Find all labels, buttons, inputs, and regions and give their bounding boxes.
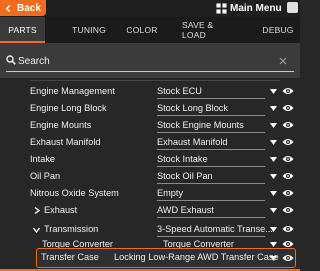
part-row-oil-pan: Oil Pan Stock Oil Pan <box>0 168 300 185</box>
part-value-select[interactable]: Exhaust Manifold <box>157 137 227 147</box>
select-underline <box>157 149 265 150</box>
part-value-select[interactable]: Stock Intake <box>157 154 208 164</box>
list-divider <box>30 80 280 81</box>
search-icon <box>6 55 16 65</box>
main-menu-button[interactable]: Main Menu <box>216 1 282 15</box>
chevron-down-icon[interactable] <box>270 140 277 145</box>
back-button-label: Back <box>17 2 41 14</box>
select-underline <box>157 200 265 201</box>
part-value-select[interactable]: Locking Low-Range AWD Transfer Case <box>114 252 279 262</box>
eye-icon[interactable] <box>282 154 294 164</box>
part-label: Intake <box>30 154 56 164</box>
eye-icon[interactable] <box>282 86 294 96</box>
eye-icon[interactable] <box>282 171 294 181</box>
grid-icon <box>216 2 227 14</box>
part-row-transfer-case-selected[interactable]: Transfer Case Locking Low-Range AWD Tran… <box>36 248 296 268</box>
chevron-down-icon[interactable] <box>270 174 277 179</box>
part-label: Engine Mounts <box>30 120 92 130</box>
part-row-engine-long-block: Engine Long Block Stock Long Block <box>0 100 300 117</box>
part-row-exhaust: Exhaust AWD Exhaust <box>0 202 300 219</box>
main-menu-label: Main Menu <box>230 2 282 14</box>
chevron-down-icon[interactable] <box>270 123 277 128</box>
search-input[interactable] <box>18 53 268 69</box>
eye-icon[interactable] <box>282 205 294 215</box>
part-value-select[interactable]: Stock Long Block <box>157 103 228 113</box>
chevron-down-icon[interactable] <box>270 106 277 111</box>
part-row-exhaust-manifold: Exhaust Manifold Exhaust Manifold <box>0 134 300 151</box>
select-underline <box>157 217 265 218</box>
part-label: Transmission <box>44 224 99 234</box>
part-row-intake: Intake Stock Intake <box>0 151 300 168</box>
select-underline <box>157 115 265 116</box>
eye-icon[interactable] <box>282 137 294 147</box>
part-value-select[interactable]: 3-Speed Automatic Transe... <box>157 224 273 234</box>
window-icon[interactable] <box>287 2 298 13</box>
part-label: Exhaust <box>44 205 78 215</box>
select-underline <box>157 132 265 133</box>
parts-list: Engine Management Stock ECU Engine Long … <box>0 78 300 271</box>
tab-parts[interactable]: PARTS <box>0 17 45 43</box>
eye-icon[interactable] <box>282 224 294 234</box>
part-row-engine-mounts: Engine Mounts Stock Engine Mounts <box>0 117 300 134</box>
top-bar: Back Main Menu <box>0 0 300 17</box>
part-label: Nitrous Oxide System <box>30 188 119 198</box>
chevron-down-icon[interactable] <box>33 227 40 233</box>
eye-icon[interactable] <box>282 120 294 130</box>
search-bar <box>0 43 300 78</box>
tab-bar: PARTS TUNING COLOR SAVE & LOAD DEBUG <box>0 17 300 43</box>
chevron-down-icon[interactable] <box>270 256 277 261</box>
chevron-right-icon[interactable] <box>34 207 40 214</box>
select-underline <box>157 166 265 167</box>
part-row-engine-management: Engine Management Stock ECU <box>0 83 300 100</box>
back-button[interactable]: Back <box>0 0 46 16</box>
part-value-select[interactable]: Stock ECU <box>157 86 202 96</box>
part-label: Engine Management <box>30 86 115 96</box>
part-label: Engine Long Block <box>30 103 107 113</box>
tab-save-load[interactable]: SAVE & LOAD <box>182 17 234 43</box>
select-underline <box>157 183 265 184</box>
back-arrow-icon <box>5 4 11 12</box>
part-value-select[interactable]: Stock Oil Pan <box>157 171 213 181</box>
eye-icon[interactable] <box>282 188 294 198</box>
chevron-down-icon[interactable] <box>270 157 277 162</box>
part-value-select[interactable]: AWD Exhaust <box>157 205 214 215</box>
eye-icon[interactable] <box>282 103 294 113</box>
search-underline <box>6 71 294 72</box>
part-value-select[interactable]: Stock Engine Mounts <box>157 120 244 130</box>
chevron-down-icon[interactable] <box>270 191 277 196</box>
select-underline <box>157 98 265 99</box>
chevron-down-icon[interactable] <box>270 242 277 247</box>
part-row-nitrous-oxide-system: Nitrous Oxide System Empty <box>0 185 300 202</box>
part-value-select[interactable]: Empty <box>157 188 183 198</box>
close-icon[interactable] <box>279 57 287 65</box>
part-label: Exhaust Manifold <box>30 137 101 147</box>
tab-tuning[interactable]: TUNING <box>72 17 106 43</box>
part-label: Oil Pan <box>30 171 61 181</box>
tab-color[interactable]: COLOR <box>126 17 158 43</box>
tab-debug[interactable]: DEBUG <box>262 17 294 43</box>
chevron-down-icon[interactable] <box>270 89 277 94</box>
eye-icon[interactable] <box>282 253 294 263</box>
part-label: Transfer Case <box>41 252 99 262</box>
chevron-down-icon[interactable] <box>270 208 277 213</box>
chevron-down-icon[interactable] <box>270 227 277 232</box>
